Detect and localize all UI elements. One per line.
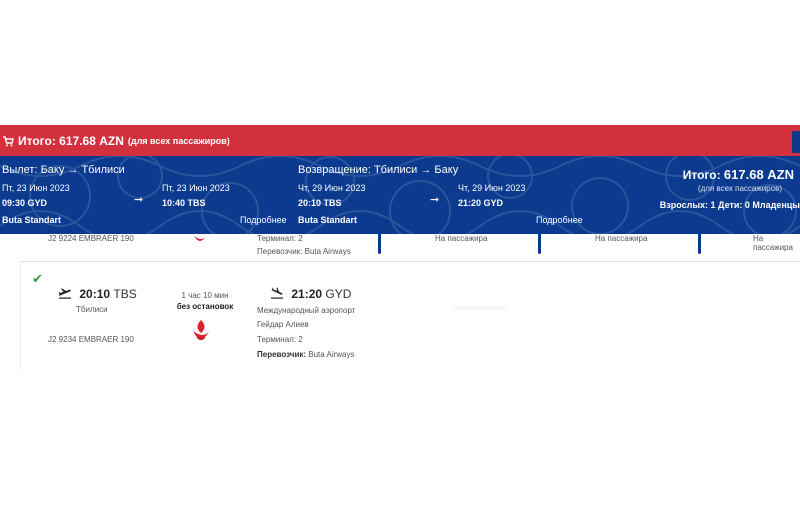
outbound-details-link[interactable]: Подробнее [240, 215, 287, 225]
itinerary-summary-bar: Вылет: Баку → Тбилиси Пт, 23 Июн 2023 09… [0, 156, 800, 234]
return-arr-time: 21:20 GYD [458, 198, 504, 208]
departure-airport-code: TBS [113, 287, 137, 301]
flight-segment-card: ✔ 20:10 TBS Тбилиси J2 9234 EMBRAER 190 … [20, 262, 400, 372]
total-price-bar: Итого: 617.68 AZN (для всех пассажиров) [0, 125, 800, 156]
carrier-info: Перевозчик: Buta Airways [257, 350, 355, 359]
total-price-label: Итого: 617.68 AZN [18, 133, 124, 148]
return-dep-date: Чт, 29 Июн 2023 [298, 183, 366, 193]
fare-column-divider [698, 234, 701, 254]
takeoff-icon [58, 288, 71, 299]
previous-carrier: Перевозчик: Buta Airways [257, 247, 351, 256]
return-fare: Buta Standart [298, 215, 358, 225]
previous-segment-row: J2 9224 EMBRAER 190 Терминал: 2 Перевозч… [20, 234, 800, 262]
airline-logo [194, 236, 206, 241]
outbound-segment: Вылет: Баку → Тбилиси Пт, 23 Июн 2023 09… [2, 156, 292, 234]
outbound-arr-date: Пт, 23 Июн 2023 [162, 183, 230, 193]
outbound-dep-time: 09:30 GYD [2, 198, 48, 208]
return-dep-time: 20:10 TBS [298, 198, 342, 208]
return-details-link[interactable]: Подробнее [536, 215, 583, 225]
return-header: Возвращение: Тбилиси → Баку [298, 164, 459, 176]
cart-icon [3, 135, 14, 146]
arrival-time-value: 21:20 [291, 287, 323, 301]
carrier-name: Buta Airways [308, 350, 355, 359]
previous-terminal: Терминал: 2 [257, 234, 303, 243]
outbound-arr-time: 10:40 TBS [162, 198, 206, 208]
arrival-airport-code: GYD [325, 287, 352, 301]
summary-total-label: Итого: [682, 168, 721, 182]
return-arr-date: Чт, 29 Июн 2023 [458, 183, 526, 193]
airline-logo [193, 320, 209, 340]
summary-all-passengers: (для всех пассажиров) [697, 184, 782, 193]
placeholder-bar [455, 306, 505, 310]
departure-time-value: 20:10 [79, 287, 111, 301]
outbound-header: Вылет: Баку → Тбилиси [2, 164, 125, 176]
departure-city: Тбилиси [76, 305, 108, 314]
outbound-dep-date: Пт, 23 Июн 2023 [2, 183, 70, 193]
arrival-time: 21:20 GYD [270, 287, 351, 301]
return-segment: Возвращение: Тбилиси → Баку Чт, 29 Июн 2… [298, 156, 598, 234]
previous-flight-number: J2 9224 EMBRAER 190 [48, 234, 134, 243]
flight-number: J2 9234 EMBRAER 190 [48, 335, 134, 344]
fare-column-divider [538, 234, 541, 254]
summary-passengers: Взрослых: 1 Дети: 0 Младенцы [659, 200, 800, 210]
landing-icon [271, 287, 283, 299]
carrier-label: Перевозчик: [257, 350, 307, 359]
arrow-right-icon: ➞ [134, 194, 144, 206]
summary-total-amount: 617.68 AZN [723, 167, 794, 182]
arrival-airport-line-2: Гейдар Алиев [257, 320, 309, 329]
side-tab[interactable] [792, 131, 800, 153]
arrival-terminal: Терминал: 2 [257, 335, 303, 344]
flight-duration: 1 час 10 мин [181, 291, 229, 300]
fare-per-passenger-2: На пассажира [595, 234, 648, 243]
summary-total: Итого: 617.68 AZN [683, 167, 794, 182]
arrival-airport-line-1: Международный аэропорт [257, 306, 356, 315]
fare-column-divider [378, 234, 381, 254]
arrow-right-icon: ➞ [430, 194, 440, 206]
flight-stops: без остановок [176, 302, 234, 311]
total-price-note: (для всех пассажиров) [127, 135, 230, 146]
price-summary: Итого: 617.68 AZN (для всех пассажиров) … [660, 156, 800, 234]
fare-per-passenger-3: На пассажира [753, 234, 793, 252]
departure-time: 20:10 TBS [58, 287, 137, 301]
fare-per-passenger-1: На пассажира [435, 234, 488, 243]
check-icon: ✔ [32, 271, 43, 286]
outbound-fare: Buta Standart [2, 215, 62, 225]
